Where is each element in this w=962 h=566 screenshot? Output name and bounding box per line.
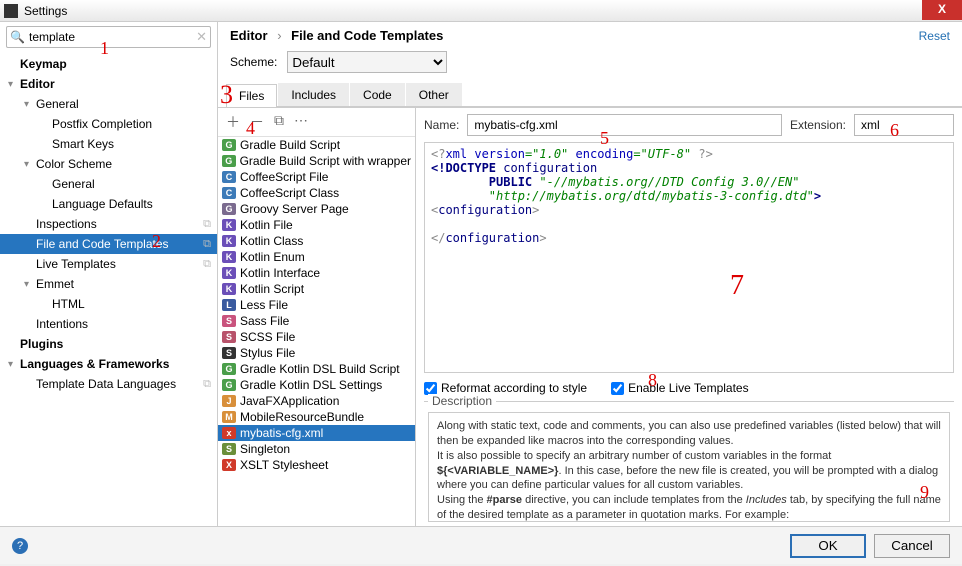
list-toolbar: ＋ － ⧉ ⋯ (218, 108, 415, 137)
search-icon: 🔍 (10, 30, 25, 44)
tree-item[interactable]: General (0, 174, 217, 194)
tree-item[interactable]: File and Code Templates⧉ (0, 234, 217, 254)
name-row: Name: Extension: (424, 114, 954, 136)
name-label: Name: (424, 118, 459, 132)
file-item[interactable]: GGroovy Server Page (218, 201, 415, 217)
file-item[interactable]: GGradle Kotlin DSL Settings (218, 377, 415, 393)
file-item[interactable]: LLess File (218, 297, 415, 313)
breadcrumb-root: Editor (230, 28, 268, 43)
breadcrumb: Editor › File and Code Templates (230, 28, 443, 43)
file-item[interactable]: GGradle Build Script (218, 137, 415, 153)
close-button[interactable]: X (922, 0, 962, 20)
tree-item[interactable]: Template Data Languages⧉ (0, 374, 217, 394)
right-panel: Editor › File and Code Templates Reset S… (218, 22, 962, 526)
search-box: 🔍 ✕ (6, 26, 211, 48)
tree-item[interactable]: Keymap (0, 54, 217, 74)
tree-item[interactable]: Intentions (0, 314, 217, 334)
extension-input[interactable] (854, 114, 954, 136)
tree-item[interactable]: Language Defaults (0, 194, 217, 214)
tree-item[interactable]: Smart Keys (0, 134, 217, 154)
add-icon[interactable]: ＋ (226, 112, 240, 132)
live-templates-checkbox[interactable]: Enable Live Templates (611, 381, 749, 395)
file-item[interactable]: KKotlin Interface (218, 265, 415, 281)
tree-item[interactable]: Inspections⧉ (0, 214, 217, 234)
reformat-checkbox[interactable]: Reformat according to style (424, 381, 587, 395)
more-icon[interactable]: ⋯ (294, 112, 308, 132)
extension-label: Extension: (790, 118, 846, 132)
tree-item[interactable]: ▾Color Scheme (0, 154, 217, 174)
clear-search-icon[interactable]: ✕ (196, 29, 207, 45)
file-template-list: ＋ － ⧉ ⋯ GGradle Build ScriptGGradle Buil… (218, 108, 416, 526)
breadcrumb-leaf: File and Code Templates (291, 28, 443, 43)
checkbox-row: Reformat according to style Enable Live … (424, 373, 954, 401)
scheme-label: Scheme: (230, 55, 277, 69)
file-item[interactable]: CCoffeeScript Class (218, 185, 415, 201)
file-item[interactable]: KKotlin File (218, 217, 415, 233)
template-file-list[interactable]: GGradle Build ScriptGGradle Build Script… (218, 137, 415, 526)
tree-item[interactable]: Live Templates⧉ (0, 254, 217, 274)
scheme-row: Scheme: Default (218, 47, 962, 83)
remove-icon[interactable]: － (250, 112, 264, 132)
content: ＋ － ⧉ ⋯ GGradle Build ScriptGGradle Buil… (218, 107, 962, 526)
tree-item[interactable]: Postfix Completion (0, 114, 217, 134)
file-item[interactable]: KKotlin Enum (218, 249, 415, 265)
tree-item[interactable]: ▾Languages & Frameworks (0, 354, 217, 374)
copy-icon[interactable]: ⧉ (274, 112, 284, 132)
file-item[interactable]: KKotlin Class (218, 233, 415, 249)
ok-button[interactable]: OK (790, 534, 866, 558)
description-section: Description Along with static text, code… (424, 401, 954, 526)
file-item[interactable]: GGradle Kotlin DSL Build Script (218, 361, 415, 377)
tree-item[interactable]: ▾Emmet (0, 274, 217, 294)
tree-item[interactable]: ▾General (0, 94, 217, 114)
description-text: Along with static text, code and comment… (428, 412, 950, 522)
file-item[interactable]: SSingleton (218, 441, 415, 457)
tab-includes[interactable]: Includes (278, 83, 349, 106)
tree-item[interactable]: HTML (0, 294, 217, 314)
name-input[interactable] (467, 114, 782, 136)
file-item[interactable]: MMobileResourceBundle (218, 409, 415, 425)
reset-link[interactable]: Reset (919, 29, 950, 43)
tab-files[interactable]: Files (226, 84, 277, 107)
breadcrumb-sep: › (277, 28, 281, 43)
template-tabs: FilesIncludesCodeOther (226, 83, 962, 107)
file-item[interactable]: SSass File (218, 313, 415, 329)
file-item[interactable]: GGradle Build Script with wrapper (218, 153, 415, 169)
tree-item[interactable]: ▾Editor (0, 74, 217, 94)
tab-other[interactable]: Other (406, 83, 462, 106)
search-input[interactable] (6, 26, 211, 48)
file-item[interactable]: xmybatis-cfg.xml (218, 425, 415, 441)
file-item[interactable]: JJavaFXApplication (218, 393, 415, 409)
sidebar: 🔍 ✕ Keymap▾Editor▾GeneralPostfix Complet… (0, 22, 218, 526)
file-item[interactable]: SSCSS File (218, 329, 415, 345)
description-label: Description (428, 394, 496, 408)
template-code[interactable]: <?xml version="1.0" encoding="UTF-8" ?> … (424, 142, 954, 373)
title-bar: Settings X (0, 0, 962, 22)
cancel-button[interactable]: Cancel (874, 534, 950, 558)
tree-item[interactable]: Plugins (0, 334, 217, 354)
app-icon (4, 4, 18, 18)
file-item[interactable]: SStylus File (218, 345, 415, 361)
file-item[interactable]: KKotlin Script (218, 281, 415, 297)
window-title: Settings (24, 4, 67, 18)
template-editor: Name: Extension: <?xml version="1.0" enc… (416, 108, 962, 526)
footer: ? OK Cancel (0, 526, 962, 564)
help-button[interactable]: ? (12, 538, 28, 554)
main: 🔍 ✕ Keymap▾Editor▾GeneralPostfix Complet… (0, 22, 962, 526)
tab-code[interactable]: Code (350, 83, 405, 106)
file-item[interactable]: CCoffeeScript File (218, 169, 415, 185)
scheme-select[interactable]: Default (287, 51, 447, 73)
file-item[interactable]: XXSLT Stylesheet (218, 457, 415, 473)
breadcrumb-bar: Editor › File and Code Templates Reset (218, 22, 962, 47)
settings-tree[interactable]: Keymap▾Editor▾GeneralPostfix CompletionS… (0, 52, 217, 526)
footer-buttons: OK Cancel (790, 534, 950, 558)
